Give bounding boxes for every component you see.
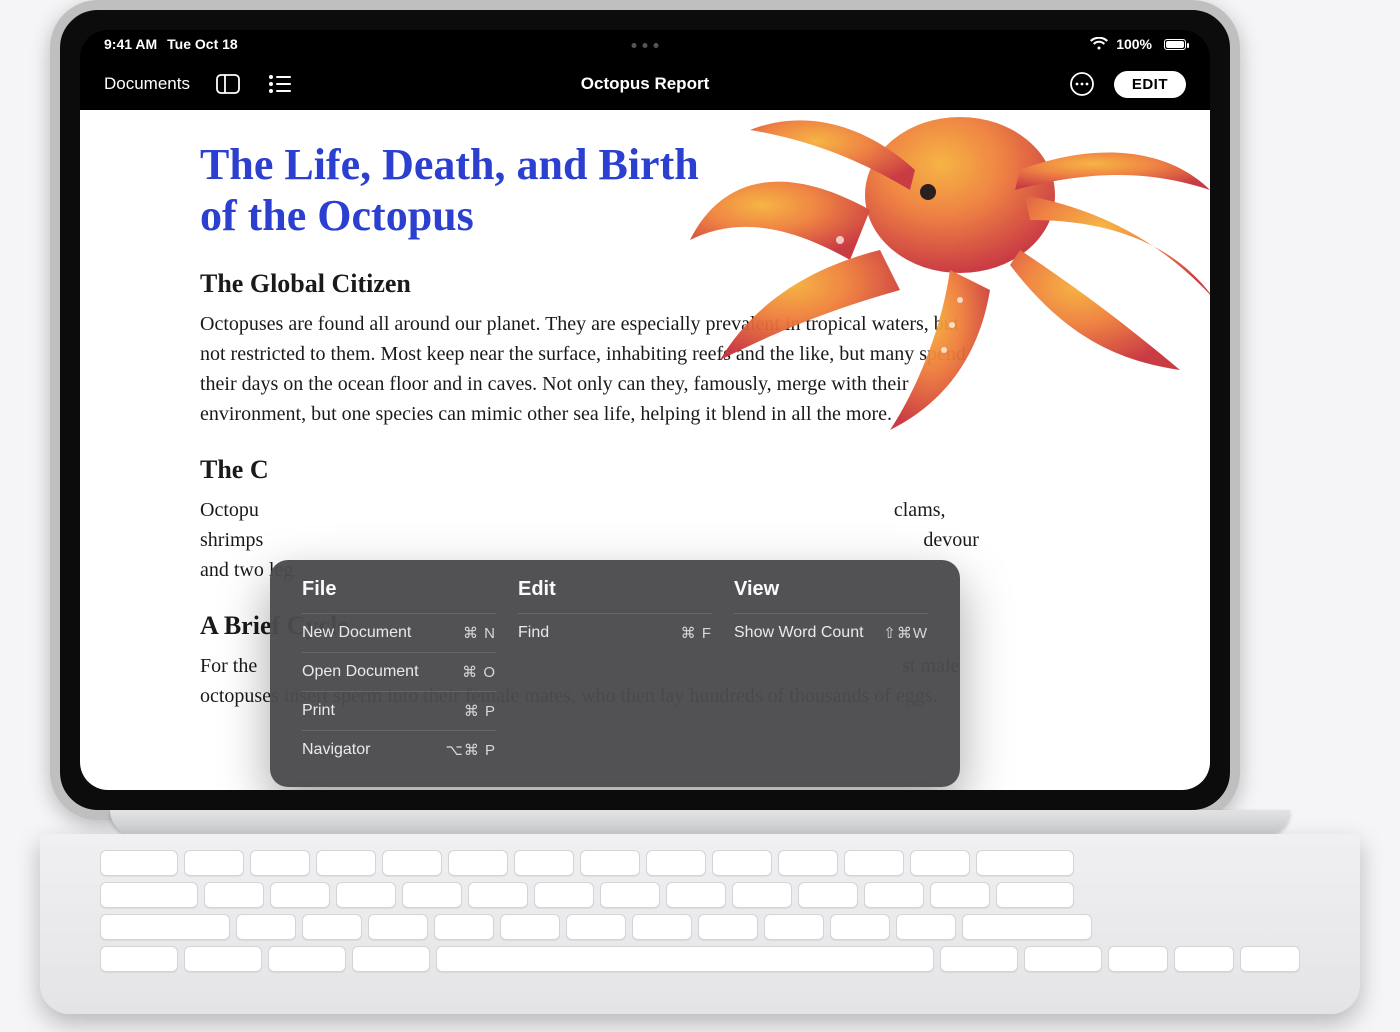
shortcut-print[interactable]: Print ⌘ P: [302, 691, 496, 730]
shortcut-label: Show Word Count: [734, 624, 864, 642]
shortcut-keys: ⌘ F: [681, 624, 712, 642]
document-canvas[interactable]: The Life, Death, and Birth of the Octopu…: [80, 110, 1210, 790]
shortcuts-column-title: Edit: [518, 578, 712, 601]
shortcuts-column-title: File: [302, 578, 496, 601]
shortcut-keys: ⌥⌘ P: [446, 741, 496, 759]
back-button[interactable]: Documents: [104, 74, 190, 94]
screen: 9:41 AM Tue Oct 18 100% Documents: [80, 30, 1210, 790]
shortcut-label: Find: [518, 624, 549, 642]
more-icon[interactable]: [1068, 70, 1096, 98]
shortcut-new-document[interactable]: New Document ⌘ N: [302, 613, 496, 652]
shortcut-navigator[interactable]: Navigator ⌥⌘ P: [302, 730, 496, 769]
shortcut-keys: ⌘ O: [462, 663, 496, 681]
document-title: Octopus Report: [581, 74, 709, 94]
shortcut-label: New Document: [302, 624, 411, 642]
app-toolbar: Documents Octopus Report: [80, 58, 1210, 110]
shortcut-label: Navigator: [302, 741, 370, 759]
multitask-dots[interactable]: [632, 43, 659, 48]
status-date: Tue Oct 18: [167, 36, 238, 52]
keyboard-shortcuts-panel: File New Document ⌘ N Open Document ⌘ O …: [270, 560, 960, 787]
shortcuts-column-title: View: [734, 578, 928, 601]
shortcut-open-document[interactable]: Open Document ⌘ O: [302, 652, 496, 691]
list-icon[interactable]: [266, 70, 294, 98]
shortcut-show-word-count[interactable]: Show Word Count ⇧⌘W: [734, 613, 928, 652]
status-time: 9:41 AM: [104, 36, 157, 52]
battery-icon: [1160, 39, 1186, 50]
section-heading-2: The C: [200, 455, 1090, 485]
battery-percent: 100%: [1116, 36, 1152, 52]
shortcuts-column-view: View Show Word Count ⇧⌘W: [722, 578, 938, 769]
shortcuts-column-file: File New Document ⌘ N Open Document ⌘ O …: [292, 578, 506, 769]
section-heading-1: The Global Citizen: [200, 269, 1090, 299]
shortcut-label: Open Document: [302, 663, 419, 681]
section-body-1: Octopuses are found all around our plane…: [200, 309, 980, 429]
doc-main-title: The Life, Death, and Birth of the Octopu…: [200, 140, 720, 241]
shortcut-find[interactable]: Find ⌘ F: [518, 613, 712, 652]
ipad-frame: 9:41 AM Tue Oct 18 100% Documents: [50, 0, 1240, 820]
edit-button[interactable]: EDIT: [1114, 71, 1186, 98]
keyboard-hinge: [110, 810, 1290, 836]
shortcut-label: Print: [302, 702, 335, 720]
sidebar-toggle-icon[interactable]: [214, 70, 242, 98]
magic-keyboard: [0, 810, 1400, 1022]
shortcut-keys: ⌘ P: [464, 702, 496, 720]
shortcuts-column-edit: Edit Find ⌘ F: [506, 578, 722, 769]
wifi-icon: [1090, 37, 1108, 51]
shortcut-keys: ⇧⌘W: [883, 624, 928, 642]
keyboard-body: [40, 834, 1360, 1014]
shortcut-keys: ⌘ N: [463, 624, 496, 642]
